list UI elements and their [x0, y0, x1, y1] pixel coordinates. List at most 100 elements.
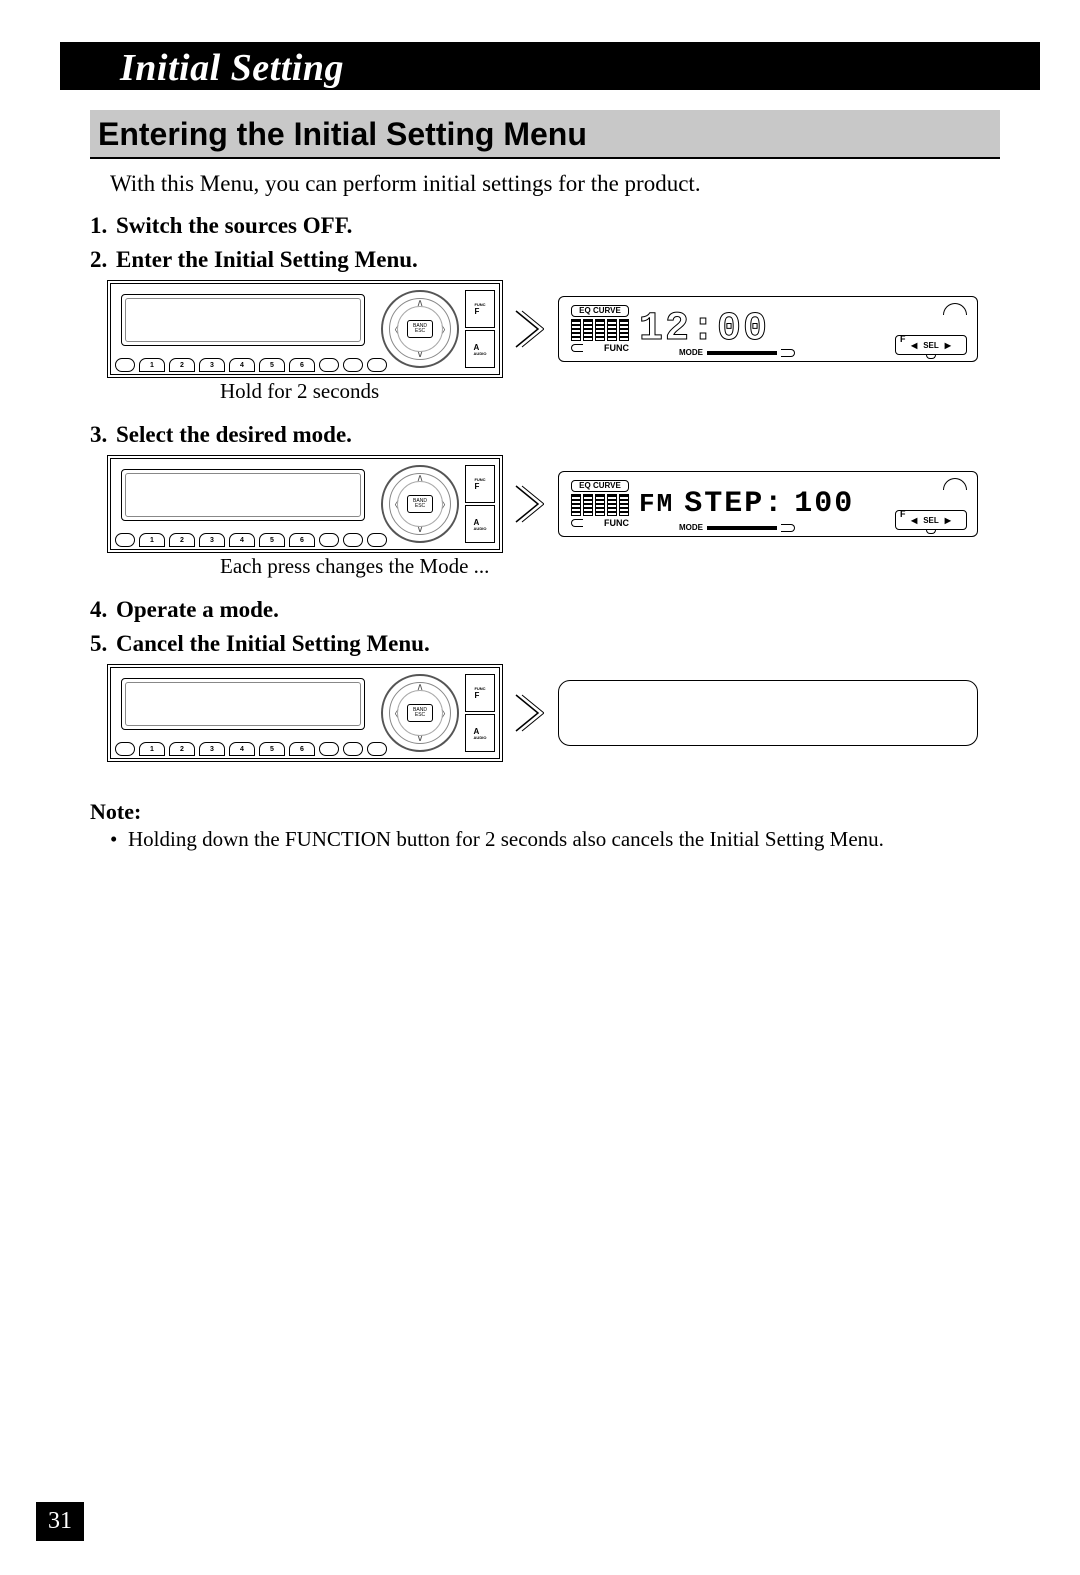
step-2-heading: 2.Enter the Initial Setting Menu.: [90, 247, 1000, 273]
step-value: 100: [794, 487, 854, 521]
fm-label: FM: [639, 489, 674, 519]
unit-screen: [121, 678, 365, 730]
step-number: 2.: [90, 247, 116, 273]
step-3-figure: 1 2 3 4 5 6 ∧ ∨ 〈: [110, 458, 1000, 550]
step-3-caption: Each press changes the Mode ...: [220, 554, 1000, 579]
clock-value: 12:00: [639, 307, 769, 352]
control-dial: ∧ ∨ 〈 〉 BAND ESC: [381, 465, 459, 543]
control-dial: ∧ ∨ 〈 〉 BAND ESC: [381, 674, 459, 752]
sel-f-label: F: [900, 334, 906, 344]
loop-icon: [943, 478, 967, 490]
preset-row: 1 2 3 4 5 6: [115, 533, 387, 547]
step-number: 3.: [90, 422, 116, 448]
step-number: 5.: [90, 631, 116, 657]
step-5-heading: 5.Cancel the Initial Setting Menu.: [90, 631, 1000, 657]
section-heading: Entering the Initial Setting Menu: [90, 110, 1000, 159]
preset-aux-1: [319, 358, 339, 372]
triangle-left-icon: ◀: [911, 341, 917, 350]
preset-aux-3: [367, 358, 387, 372]
lcd-right-block: F ◀ SEL ▶: [895, 303, 967, 355]
preset-row: 1 2 3 4 5 6: [115, 358, 387, 372]
preset-button-2: 2: [169, 533, 195, 547]
func-button: FUNCF: [465, 465, 495, 503]
chevron-right-icon: 〉: [441, 706, 451, 721]
chevron-left-icon: 〈: [389, 322, 399, 337]
sel-button-graphic: F ◀ SEL ▶: [895, 335, 967, 355]
step-text: Cancel the Initial Setting Menu.: [116, 631, 430, 656]
chevron-down-icon: ∨: [416, 733, 423, 744]
preset-button-3: 3: [199, 533, 225, 547]
side-buttons: FUNCF AAUDIO: [465, 674, 495, 752]
note-block: Note: Holding down the FUNCTION button f…: [90, 799, 1000, 852]
chevron-left-icon: 〈: [389, 497, 399, 512]
preset-button-1: 1: [139, 533, 165, 547]
step-1-heading: 1.Switch the sources OFF.: [90, 213, 1000, 239]
preset-edge: [115, 742, 135, 756]
step-text: Select the desired mode.: [116, 422, 352, 447]
step-5-figure: 1 2 3 4 5 6 ∧ ∨ 〈: [110, 667, 1000, 759]
preset-button-4: 4: [229, 742, 255, 756]
arrow-right-icon: [514, 484, 544, 524]
step-list: 1.Switch the sources OFF. 2.Enter the In…: [90, 213, 1000, 759]
audio-button: AAUDIO: [465, 505, 495, 543]
right-cap-icon: [781, 524, 795, 532]
chevron-down-icon: ∨: [416, 524, 423, 535]
sel-bump-icon: [926, 355, 936, 359]
sel-button-graphic: F ◀ SEL ▶: [895, 510, 967, 530]
preset-edge: [115, 533, 135, 547]
audio-button: AAUDIO: [465, 330, 495, 368]
lcd-right-block: F ◀ SEL ▶: [895, 478, 967, 530]
preset-button-1: 1: [139, 742, 165, 756]
lcd-eq-block: EQ CURVE FUNC: [571, 480, 629, 524]
dial-center-button: BAND ESC: [407, 704, 433, 722]
sel-bump-icon: [926, 530, 936, 534]
head-unit-diagram: 1 2 3 4 5 6 ∧ ∨ 〈: [110, 458, 500, 550]
mode-label: MODE: [679, 523, 703, 532]
step-3: 3.Select the desired mode. 1 2 3 4 5 6: [90, 422, 1000, 579]
chapter-title: Initial Setting: [120, 46, 344, 90]
step-number: 1.: [90, 213, 116, 239]
audio-button: AAUDIO: [465, 714, 495, 752]
step-4: 4.Operate a mode.: [90, 597, 1000, 623]
step-2-figure: 1 2 3 4 5 6 ∧ ∨ 〈: [110, 283, 1000, 375]
lcd-display-fmstep: EQ CURVE FUNC FM STEP: 100: [558, 471, 978, 537]
preset-aux-2: [343, 358, 363, 372]
sel-label: SEL: [923, 516, 939, 525]
note-label: Note:: [90, 799, 1000, 825]
preset-aux-3: [367, 742, 387, 756]
step-number: 4.: [90, 597, 116, 623]
preset-button-3: 3: [199, 742, 225, 756]
sel-f-label: F: [900, 509, 906, 519]
head-unit-diagram: 1 2 3 4 5 6 ∧ ∨ 〈: [110, 667, 500, 759]
step-text: Switch the sources OFF.: [116, 213, 352, 238]
preset-button-4: 4: [229, 533, 255, 547]
preset-button-6: 6: [289, 742, 315, 756]
manual-page: Initial Setting Entering the Initial Set…: [0, 42, 1080, 1575]
intro-text: With this Menu, you can perform initial …: [110, 171, 1000, 197]
left-cap-icon: [571, 519, 583, 527]
preset-aux-1: [319, 742, 339, 756]
left-cap-icon: [571, 344, 583, 352]
unit-screen: [121, 469, 365, 521]
preset-button-3: 3: [199, 358, 225, 372]
preset-button-2: 2: [169, 742, 195, 756]
mode-bar-fill: [707, 526, 777, 530]
chevron-up-icon: ∧: [416, 682, 423, 693]
preset-edge: [115, 358, 135, 372]
lcd-display-blank: [558, 680, 978, 746]
preset-button-2: 2: [169, 358, 195, 372]
note-list: Holding down the FUNCTION button for 2 s…: [90, 827, 1000, 852]
mode-bar: MODE: [679, 348, 795, 357]
step-2-caption: Hold for 2 seconds: [220, 379, 1000, 404]
preset-button-6: 6: [289, 533, 315, 547]
page-number: 31: [36, 1502, 84, 1541]
eq-curve-label: EQ CURVE: [571, 305, 629, 317]
page-content: Entering the Initial Setting Menu With t…: [0, 90, 1080, 852]
head-unit-diagram: 1 2 3 4 5 6 ∧ ∨ 〈: [110, 283, 500, 375]
eq-curve-label: EQ CURVE: [571, 480, 629, 492]
preset-button-6: 6: [289, 358, 315, 372]
side-buttons: FUNCF AAUDIO: [465, 465, 495, 543]
step-text: Operate a mode.: [116, 597, 279, 622]
preset-button-5: 5: [259, 742, 285, 756]
step-4-heading: 4.Operate a mode.: [90, 597, 1000, 623]
